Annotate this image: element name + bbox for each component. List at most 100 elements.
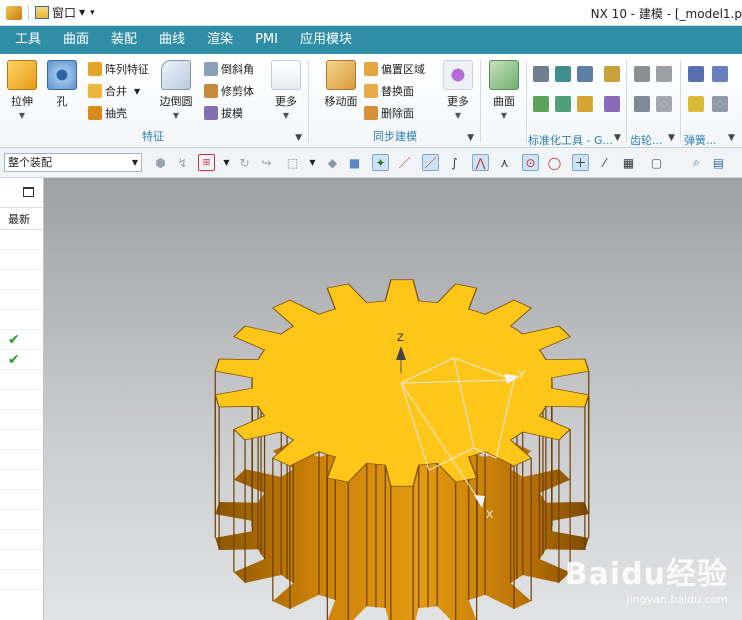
group-dropdown-icon[interactable]: ▼ xyxy=(614,133,621,143)
quick-access-icon[interactable] xyxy=(6,5,22,20)
zoom-icon[interactable]: ⌕ xyxy=(688,154,705,171)
tab-curve[interactable]: 曲线 xyxy=(148,26,196,54)
graphics-window[interactable]: Z Y X Baidu经验 jingyan.baidu.com xyxy=(44,178,742,620)
group-dropdown-icon[interactable]: ▼ xyxy=(467,133,474,143)
replace-face-button[interactable]: 替换面 xyxy=(364,83,414,99)
std-tool-icon[interactable] xyxy=(604,96,620,112)
gear-tool-icon[interactable] xyxy=(656,96,672,112)
spring-tool-icon[interactable] xyxy=(712,66,728,82)
list-item[interactable] xyxy=(0,470,43,490)
list-item[interactable] xyxy=(0,430,43,450)
spring-tool-icon[interactable] xyxy=(688,96,704,112)
offset-region-button[interactable]: 偏置区域 xyxy=(364,61,425,77)
chevron-down-icon[interactable]: ▼ xyxy=(218,154,235,171)
std-tool-icon[interactable] xyxy=(577,66,593,82)
snap-point-icon[interactable]: ✦ xyxy=(372,154,389,171)
list-item[interactable] xyxy=(0,310,43,330)
std-tool-icon[interactable] xyxy=(577,96,593,112)
list-item[interactable] xyxy=(0,490,43,510)
window-menu-button[interactable]: 窗口 ▼ ▾ xyxy=(35,4,95,21)
surface-button[interactable]: 曲面 ▼ xyxy=(484,60,524,120)
tab-render[interactable]: 渲染 xyxy=(196,26,244,54)
list-item[interactable] xyxy=(0,550,43,570)
tab-pmi[interactable]: PMI xyxy=(244,26,289,54)
cube-view-icon[interactable]: ■ xyxy=(346,154,363,171)
snap-icon[interactable]: ⊞ xyxy=(198,154,215,171)
hole-button[interactable]: 孔 xyxy=(42,60,82,109)
rectangle-select-icon[interactable]: ⬚ xyxy=(284,154,301,171)
chevron-down-icon[interactable]: ▼ xyxy=(156,111,196,120)
point-on-curve-icon[interactable]: ⁄ xyxy=(596,154,613,171)
shell-button[interactable]: 抽壳 xyxy=(88,105,127,121)
list-item[interactable] xyxy=(0,570,43,590)
view-icon[interactable]: ▢ xyxy=(648,154,665,171)
select-icon[interactable]: ↯ xyxy=(174,154,191,171)
navigator-column-header[interactable]: 最新 xyxy=(0,208,43,230)
sync-more-button[interactable]: 更多 ▼ xyxy=(438,60,478,120)
chamfer-button[interactable]: 倒斜角 xyxy=(204,61,254,77)
trim-body-button[interactable]: 修剪体 xyxy=(204,83,254,99)
std-tool-icon[interactable] xyxy=(533,96,549,112)
filter-icon[interactable]: ⬢ xyxy=(152,154,169,171)
assembly-filter-select[interactable]: 整个装配 ▼ xyxy=(4,153,142,172)
spring-tool-icon[interactable] xyxy=(712,96,728,112)
list-item[interactable] xyxy=(0,270,43,290)
draft-button[interactable]: 拔模 xyxy=(204,105,243,121)
extrude-button[interactable]: 拉伸 ▼ xyxy=(2,60,42,120)
list-item[interactable]: ✔ xyxy=(0,330,43,350)
group-dropdown-icon[interactable]: ▼ xyxy=(728,133,735,143)
list-item[interactable] xyxy=(0,230,43,250)
chevron-down-icon[interactable]: ▼ xyxy=(2,111,42,120)
unite-button[interactable]: 合并 ▼ xyxy=(88,83,140,99)
chevron-down-icon[interactable]: ▼ xyxy=(304,154,321,171)
intersection-icon[interactable]: ⋏ xyxy=(496,154,513,171)
list-item[interactable] xyxy=(0,370,43,390)
line-snap-icon[interactable]: ／ xyxy=(396,154,413,171)
grid-icon[interactable]: ▦ xyxy=(620,154,637,171)
spring-tool-icon[interactable] xyxy=(688,66,704,82)
gear-tool-icon[interactable] xyxy=(634,66,650,82)
list-item[interactable] xyxy=(0,290,43,310)
gear-tool-icon[interactable] xyxy=(656,66,672,82)
group-dropdown-icon[interactable]: ▼ xyxy=(668,133,675,143)
feature-more-button[interactable]: 更多 ▼ xyxy=(266,60,306,120)
pattern-feature-button[interactable]: 阵列特征 xyxy=(88,61,149,77)
endpoint-icon[interactable]: ／ xyxy=(422,154,439,171)
curve-snap-icon[interactable]: ∫ xyxy=(446,154,463,171)
tab-application[interactable]: 应用模块 xyxy=(289,26,363,54)
tab-assembly[interactable]: 装配 xyxy=(100,26,148,54)
arc-center-icon[interactable]: ⊙ xyxy=(522,154,539,171)
select-rule-icon[interactable]: ↪ xyxy=(258,154,275,171)
more-icon xyxy=(271,60,301,90)
control-point-icon[interactable]: ⋀ xyxy=(472,154,489,171)
list-item[interactable] xyxy=(0,410,43,430)
maximize-icon[interactable] xyxy=(23,187,34,197)
tab-surface[interactable]: 曲面 xyxy=(52,26,100,54)
std-tool-icon[interactable] xyxy=(533,66,549,82)
shaded-view-icon[interactable]: ◆ xyxy=(324,154,341,171)
list-item[interactable] xyxy=(0,250,43,270)
gear-tool-icon[interactable] xyxy=(634,96,650,112)
customize-icon[interactable]: ▾ xyxy=(90,8,95,18)
quadrant-icon[interactable]: ◯ xyxy=(546,154,563,171)
list-item[interactable] xyxy=(0,390,43,410)
delete-face-button[interactable]: 删除面 xyxy=(364,105,414,121)
tab-tools[interactable]: 工具 xyxy=(4,26,52,54)
chevron-down-icon[interactable]: ▼ xyxy=(134,87,140,96)
edge-blend-button[interactable]: 边倒圆 ▼ xyxy=(156,60,196,120)
std-tool-icon[interactable] xyxy=(555,66,571,82)
chevron-down-icon[interactable]: ▼ xyxy=(266,111,306,120)
layer-icon[interactable]: ▤ xyxy=(710,154,727,171)
existing-point-icon[interactable]: ＋ xyxy=(572,154,589,171)
move-face-button[interactable]: 移动面 xyxy=(318,60,364,109)
list-item[interactable] xyxy=(0,530,43,550)
list-item[interactable]: ✔ xyxy=(0,350,43,370)
group-dropdown-icon[interactable]: ▼ xyxy=(295,133,302,143)
std-tool-icon[interactable] xyxy=(555,96,571,112)
list-item[interactable] xyxy=(0,510,43,530)
select-rule-icon[interactable]: ↻ xyxy=(236,154,253,171)
std-tool-icon[interactable] xyxy=(604,66,620,82)
chevron-down-icon[interactable]: ▼ xyxy=(484,111,524,120)
list-item[interactable] xyxy=(0,450,43,470)
chevron-down-icon[interactable]: ▼ xyxy=(438,111,478,120)
